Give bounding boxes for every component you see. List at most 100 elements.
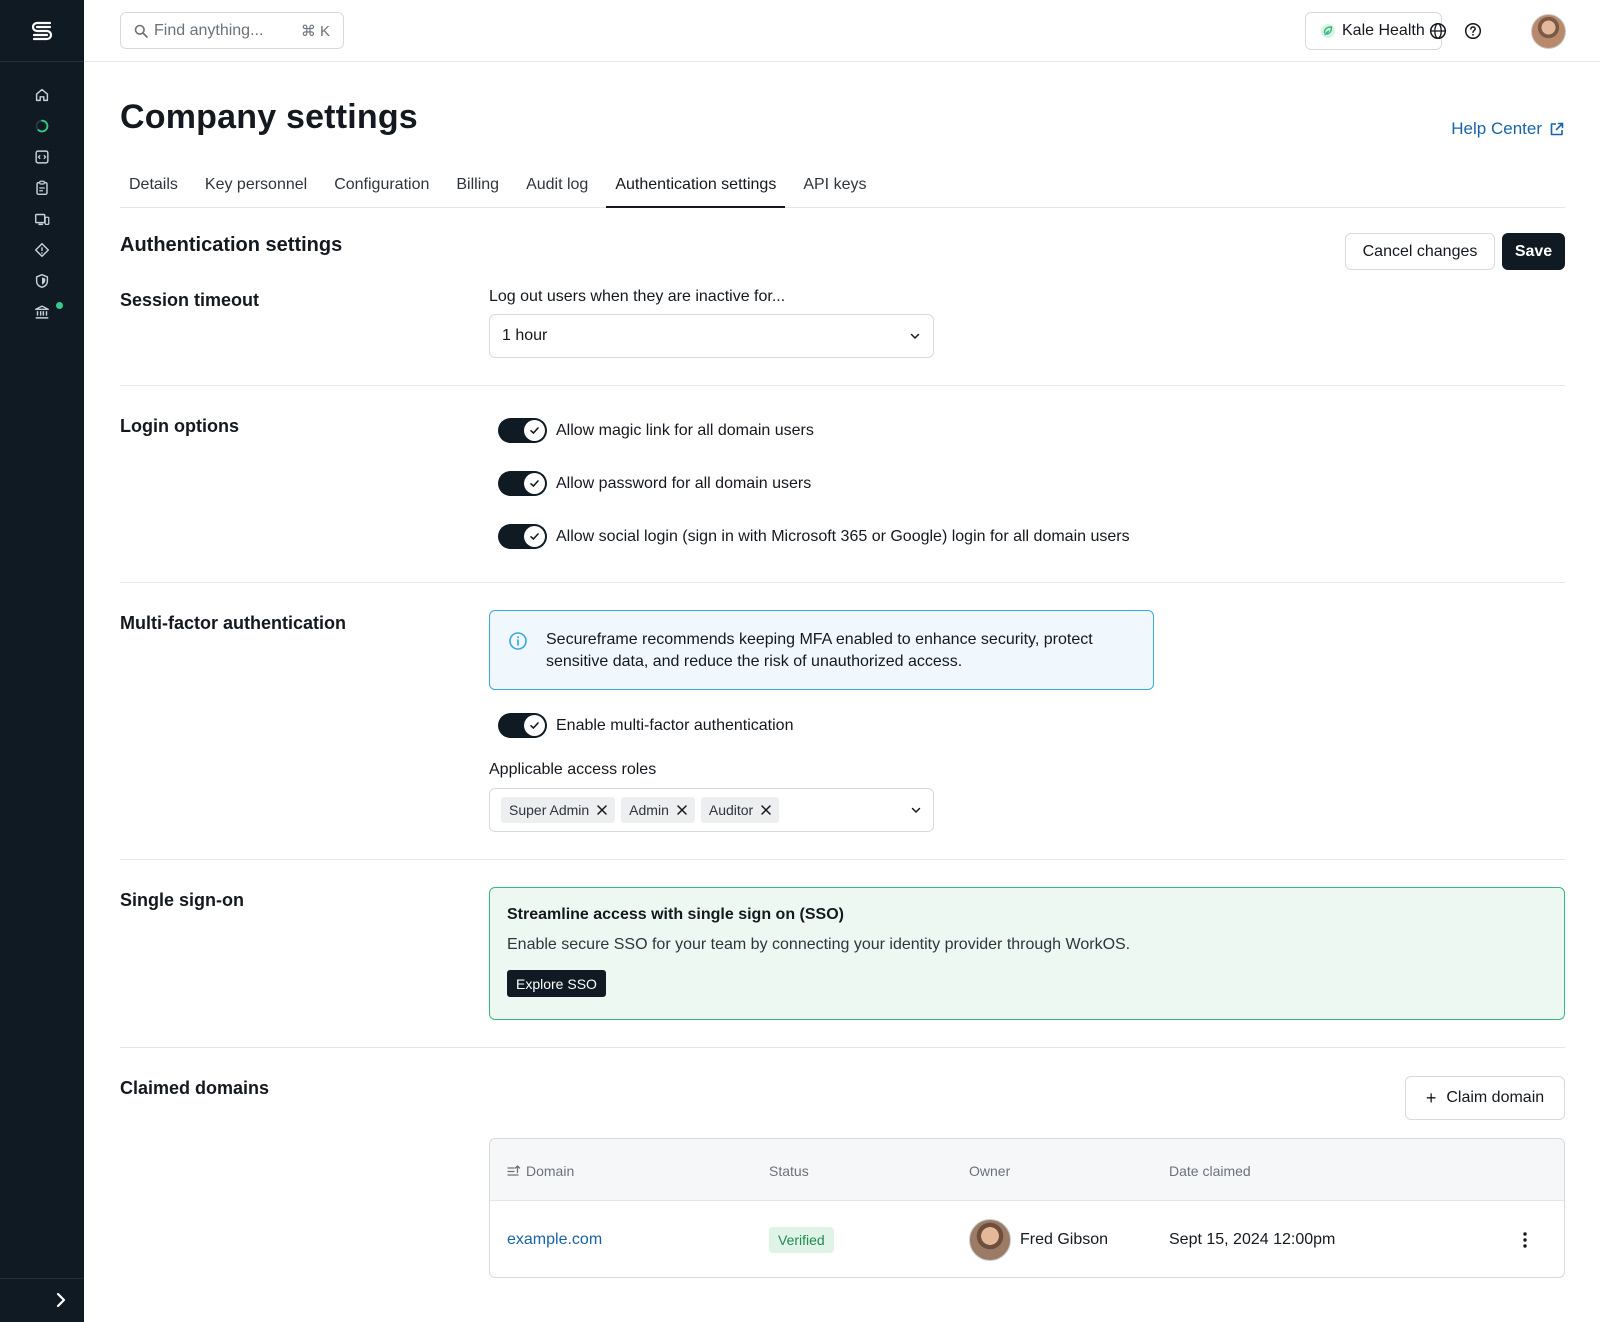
role-tag-label: Auditor bbox=[708, 802, 754, 818]
role-tag: Admin bbox=[621, 797, 695, 823]
access-roles-select[interactable]: Super Admin Admin Auditor bbox=[489, 788, 934, 832]
tab-configuration[interactable]: Configuration bbox=[325, 168, 438, 208]
search-input[interactable]: Find anything... ⌘ K bbox=[120, 12, 344, 49]
plus-icon: + bbox=[1425, 1087, 1437, 1108]
role-tag-label: Super Admin bbox=[509, 802, 590, 818]
tab-key-personnel[interactable]: Key personnel bbox=[196, 168, 316, 208]
top-bar: Find anything... ⌘ K Kale Health bbox=[84, 0, 1600, 62]
tab-api-keys[interactable]: API keys bbox=[794, 168, 875, 208]
search-shortcut: ⌘ K bbox=[300, 22, 330, 40]
divider bbox=[120, 1047, 1565, 1048]
avatar bbox=[969, 1219, 1011, 1261]
claim-domain-label: Claim domain bbox=[1446, 1089, 1545, 1106]
section-title: Authentication settings bbox=[120, 234, 343, 256]
cancel-changes-button[interactable]: Cancel changes bbox=[1345, 233, 1495, 270]
org-name: Kale Health bbox=[1342, 22, 1425, 39]
magic-link-toggle-label: Allow magic link for all domain users bbox=[556, 421, 814, 439]
mfa-info-alert: Secureframe recommends keeping MFA enabl… bbox=[489, 610, 1154, 690]
close-icon[interactable] bbox=[677, 805, 687, 815]
mfa-label: Multi-factor authentication bbox=[120, 613, 346, 633]
search-icon bbox=[134, 24, 148, 38]
help-center-label: Help Center bbox=[1451, 119, 1542, 138]
close-icon[interactable] bbox=[597, 805, 607, 815]
magic-link-toggle-row: Allow magic link for all domain users bbox=[498, 418, 814, 443]
sso-description: Enable secure SSO for your team by conne… bbox=[507, 936, 1131, 953]
divider bbox=[120, 385, 1565, 386]
settings-tabs: Details Key personnel Configuration Bill… bbox=[120, 168, 1565, 208]
tab-details[interactable]: Details bbox=[120, 168, 187, 208]
leaf-icon bbox=[1321, 24, 1335, 38]
column-header-owner: Owner bbox=[969, 1163, 1011, 1179]
column-header-label: Domain bbox=[526, 1163, 575, 1179]
owner-name: Fred Gibson bbox=[1020, 1231, 1109, 1248]
save-button[interactable]: Save bbox=[1502, 233, 1565, 270]
page-title: Company settings bbox=[120, 98, 418, 136]
column-header-domain[interactable]: Domain bbox=[507, 1163, 574, 1179]
role-tag-label: Admin bbox=[629, 802, 669, 818]
password-toggle[interactable] bbox=[498, 471, 547, 496]
check-icon bbox=[530, 722, 539, 730]
domain-cell: example.com bbox=[507, 1201, 602, 1277]
column-header-date-claimed: Date claimed bbox=[1169, 1163, 1251, 1179]
close-icon[interactable] bbox=[761, 805, 771, 815]
claim-domain-button[interactable]: + Claim domain bbox=[1405, 1076, 1565, 1120]
explore-sso-button[interactable]: Explore SSO bbox=[507, 970, 606, 997]
domain-link[interactable]: example.com bbox=[507, 1231, 602, 1249]
session-timeout-select[interactable]: 1 hour bbox=[489, 314, 934, 358]
sso-promo-card: Streamline access with single sign on (S… bbox=[489, 887, 1565, 1020]
code-box-icon[interactable] bbox=[32, 147, 52, 167]
role-tag: Auditor bbox=[700, 797, 780, 823]
globe-icon[interactable] bbox=[1428, 21, 1448, 41]
claimed-domains-label: Claimed domains bbox=[120, 1078, 270, 1098]
session-timeout-label: Session timeout bbox=[120, 290, 260, 310]
session-timeout-field-label: Log out users when they are inactive for… bbox=[489, 288, 786, 305]
app-logo-icon[interactable] bbox=[28, 18, 56, 46]
column-header-status: Status bbox=[769, 1163, 809, 1179]
tab-authentication-settings[interactable]: Authentication settings bbox=[606, 168, 786, 208]
check-icon bbox=[530, 533, 539, 541]
mfa-toggle-label: Enable multi-factor authentication bbox=[556, 716, 794, 734]
chevron-right-icon[interactable] bbox=[52, 1291, 70, 1309]
search-placeholder: Find anything... bbox=[154, 21, 264, 39]
help-center-link[interactable]: Help Center bbox=[1451, 119, 1565, 139]
devices-icon[interactable] bbox=[32, 209, 52, 229]
sidebar-divider bbox=[0, 61, 84, 62]
session-timeout-value: 1 hour bbox=[502, 327, 548, 344]
password-toggle-label: Allow password for all domain users bbox=[556, 474, 812, 492]
tab-billing[interactable]: Billing bbox=[447, 168, 508, 208]
social-login-toggle[interactable] bbox=[498, 524, 547, 549]
magic-link-toggle[interactable] bbox=[498, 418, 547, 443]
sidebar bbox=[0, 0, 84, 1322]
bank-icon[interactable] bbox=[32, 302, 52, 322]
role-tag: Super Admin bbox=[501, 797, 616, 823]
diamond-icon[interactable] bbox=[32, 240, 52, 260]
clipboard-icon[interactable] bbox=[32, 178, 52, 198]
mfa-info-text: Secureframe recommends keeping MFA enabl… bbox=[546, 631, 1093, 670]
status-badge: Verified bbox=[769, 1227, 834, 1253]
help-circle-icon[interactable] bbox=[1463, 21, 1483, 41]
user-avatar[interactable] bbox=[1531, 14, 1566, 49]
check-icon bbox=[530, 480, 539, 488]
sidebar-divider-bottom bbox=[0, 1278, 84, 1279]
home-icon[interactable] bbox=[32, 85, 52, 105]
org-switcher-button[interactable]: Kale Health bbox=[1305, 12, 1442, 50]
sso-title: Streamline access with single sign on (S… bbox=[507, 906, 844, 923]
chevron-down-icon bbox=[910, 333, 920, 340]
login-options-label: Login options bbox=[120, 416, 239, 436]
more-vertical-icon[interactable] bbox=[1516, 1231, 1534, 1249]
info-icon bbox=[509, 632, 527, 650]
tab-audit-log[interactable]: Audit log bbox=[517, 168, 597, 208]
owner-cell: Fred Gibson bbox=[969, 1201, 1109, 1277]
progress-ring-icon[interactable] bbox=[32, 116, 52, 136]
sso-label: Single sign-on bbox=[120, 890, 244, 910]
shield-icon[interactable] bbox=[32, 271, 52, 291]
status-cell: Verified bbox=[769, 1201, 834, 1277]
domains-table: Domain Status Owner Date claimed example… bbox=[489, 1138, 1565, 1278]
sort-icon bbox=[507, 1165, 521, 1176]
password-toggle-row: Allow password for all domain users bbox=[498, 471, 811, 496]
mfa-toggle[interactable] bbox=[498, 713, 547, 738]
divider bbox=[120, 582, 1565, 583]
social-login-toggle-label: Allow social login (sign in with Microso… bbox=[556, 527, 1130, 545]
chevron-down-icon bbox=[911, 807, 921, 814]
check-icon bbox=[530, 427, 539, 435]
